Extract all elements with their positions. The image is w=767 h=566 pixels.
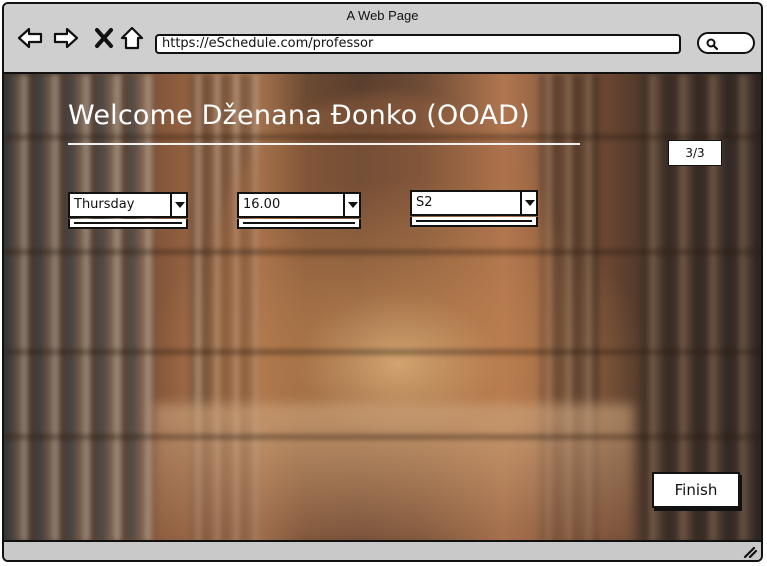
chevron-down-icon[interactable]	[343, 192, 361, 218]
browser-statusbar	[4, 540, 761, 560]
time-dropdown[interactable]: 16.00	[237, 192, 361, 230]
room-select-value[interactable]: S2	[410, 190, 522, 216]
close-icon[interactable]	[90, 24, 118, 52]
background-shelf	[4, 134, 761, 140]
window-title: A Web Page	[346, 8, 419, 23]
background-shelf	[4, 434, 761, 440]
background-floor	[154, 404, 634, 542]
background-shelf	[4, 249, 761, 255]
room-dropdown[interactable]: S2	[410, 190, 538, 228]
back-arrow-icon[interactable]	[16, 24, 44, 52]
chevron-down-icon[interactable]	[520, 190, 538, 216]
browser-window: A Web Page https://eSchedule.com/profess…	[2, 2, 763, 562]
search-field[interactable]	[697, 32, 755, 54]
day-dropdown[interactable]: Thursday	[68, 192, 188, 230]
page-content: Welcome Dženana Đonko (OOAD) 3/3 Thursda…	[4, 74, 761, 542]
dropdown-list-edge	[68, 219, 188, 229]
dropdown-list-edge	[410, 217, 538, 227]
forward-arrow-icon[interactable]	[52, 24, 80, 52]
home-icon[interactable]	[118, 24, 146, 52]
time-select-value[interactable]: 16.00	[237, 192, 345, 218]
page-counter: 3/3	[668, 140, 722, 166]
resize-grip-icon[interactable]	[741, 544, 757, 558]
welcome-heading: Welcome Dženana Đonko (OOAD)	[68, 100, 530, 131]
url-input[interactable]: https://eSchedule.com/professor	[155, 34, 681, 54]
finish-button[interactable]: Finish	[652, 472, 740, 508]
browser-titlebar: A Web Page https://eSchedule.com/profess…	[4, 4, 761, 74]
background-shelf	[4, 349, 761, 355]
search-icon	[706, 38, 719, 51]
day-select-value[interactable]: Thursday	[68, 192, 172, 218]
chevron-down-icon[interactable]	[170, 192, 188, 218]
heading-divider	[68, 143, 580, 145]
dropdown-list-edge	[237, 219, 361, 229]
